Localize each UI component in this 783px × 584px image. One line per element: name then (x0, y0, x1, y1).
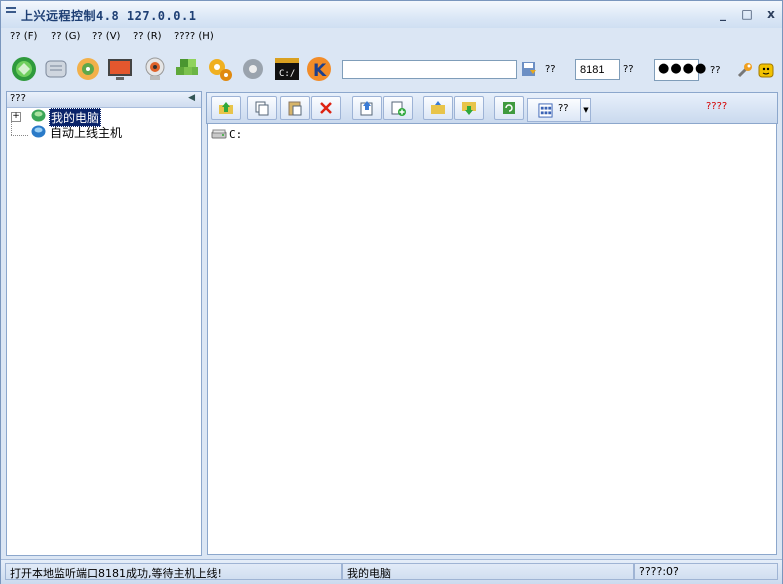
paste-button[interactable] (280, 96, 310, 120)
status-current-host: 我的电脑 (342, 563, 634, 580)
new-file-button[interactable] (383, 96, 413, 120)
connection-status: ???? (706, 101, 728, 112)
window-title: 上兴远程控制4.8 127.0.0.1 (21, 9, 197, 23)
host-tree-title: ??? (10, 93, 26, 104)
file-toolbar (206, 92, 778, 124)
cmd-icon[interactable]: C:/ (273, 55, 301, 83)
up-folder-button[interactable] (211, 96, 241, 120)
drive-label: C: (229, 128, 243, 141)
k-tool-icon[interactable]: K (305, 55, 333, 83)
host-tree-panel: ??? ◀ (6, 91, 202, 556)
view-grid-icon (538, 103, 553, 118)
menu-help[interactable]: ???? (H) (174, 31, 214, 42)
menu-r[interactable]: ?? (R) (133, 31, 162, 42)
download-button[interactable] (454, 96, 484, 120)
gears-icon[interactable] (206, 55, 234, 83)
status-bar: 打开本地监听端口8181成功,等待主机上线! 我的电脑 ????:0? (1, 559, 782, 584)
computer-icon (31, 109, 46, 122)
svg-text:K: K (313, 61, 327, 81)
status-host-count: ????:0? (634, 563, 778, 580)
globe-icon[interactable] (10, 55, 38, 83)
password-input[interactable]: ●●●● (654, 59, 706, 81)
minimize-button[interactable]: _ (715, 6, 731, 22)
password-label: ?? (710, 65, 721, 76)
monitor-icon[interactable] (106, 55, 134, 83)
cubes-icon[interactable] (173, 55, 201, 83)
new-folder-button[interactable] (423, 96, 453, 120)
view-mode-label: ?? (558, 103, 569, 114)
smiley-icon[interactable] (757, 61, 775, 79)
menu-view[interactable]: ?? (V) (92, 31, 120, 42)
online-hosts-icon (31, 125, 46, 138)
system-menu-icon[interactable] (6, 7, 16, 17)
svg-text:C:/: C:/ (279, 69, 295, 79)
save-label: ?? (545, 64, 556, 75)
scroll-icon[interactable] (42, 55, 70, 83)
drive-icon (211, 129, 227, 139)
refresh-button[interactable] (494, 96, 524, 120)
tree-label-auto-online[interactable]: 自动上线主机 (50, 124, 122, 141)
port-label: ?? (623, 64, 634, 75)
delete-button[interactable] (311, 96, 341, 120)
host-tree-header: ??? ◀ (7, 92, 201, 108)
expand-icon[interactable]: + (11, 112, 21, 122)
network-icon[interactable] (74, 55, 102, 83)
view-dropdown-arrow-icon[interactable]: ▼ (580, 99, 591, 121)
settings-gear-icon[interactable] (239, 55, 267, 83)
menu-file[interactable]: ?? (F) (10, 31, 37, 42)
host-input[interactable] (342, 60, 517, 79)
menu-g[interactable]: ?? (G) (51, 31, 80, 42)
collapse-arrow-icon[interactable]: ◀ (188, 93, 195, 103)
copy-button[interactable] (247, 96, 277, 120)
maximize-button[interactable]: □ (739, 6, 755, 22)
tree-item-my-computer[interactable]: + 我的电脑 (6, 108, 200, 127)
menu-bar: ?? (F) ?? (G) ?? (V) ?? (R) ???? (H) (1, 29, 782, 47)
view-mode-button[interactable]: ?? ▼ (527, 98, 591, 122)
save-icon[interactable] (520, 60, 538, 78)
status-message: 打开本地监听端口8181成功,等待主机上线! (5, 563, 342, 580)
port-input[interactable] (575, 59, 620, 80)
file-list[interactable]: C: (207, 123, 777, 555)
close-button[interactable]: x (763, 6, 779, 22)
tree-item-auto-online[interactable]: 自动上线主机 (6, 124, 200, 140)
main-window: 上兴远程控制4.8 127.0.0.1 _ □ x ?? (F) ?? (G) … (0, 0, 783, 584)
title-bar: 上兴远程控制4.8 127.0.0.1 _ □ x (1, 1, 782, 28)
webcam-icon[interactable] (141, 55, 169, 83)
upload-button[interactable] (352, 96, 382, 120)
wrench-icon[interactable] (736, 61, 754, 79)
